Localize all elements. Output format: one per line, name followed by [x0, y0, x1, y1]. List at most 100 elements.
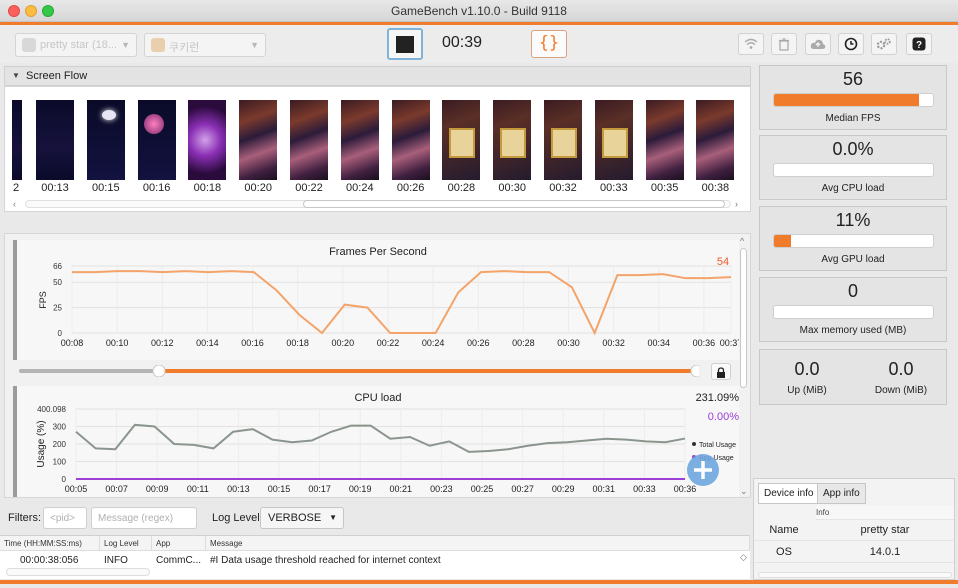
cpu-x-tick-label: 00:27 [511, 484, 534, 494]
fps-x-tick-label: 00:30 [557, 338, 580, 348]
fps-x-tick-label: 00:08 [61, 338, 84, 348]
trash-button[interactable] [771, 33, 797, 55]
max-memory-bar [773, 305, 934, 319]
screen-flow-header[interactable]: ▼ Screen Flow [4, 66, 751, 86]
tab-app-info[interactable]: App info [817, 483, 866, 504]
device-info-scrollbar[interactable] [758, 572, 952, 578]
cpu-y-tick-label: 100 [53, 458, 67, 467]
device-info-key: OS [776, 546, 792, 558]
screen-flow-thumbnail[interactable] [86, 100, 125, 180]
screen-flow-thumbnail[interactable] [12, 100, 22, 180]
max-memory-label: Max memory used (MB) [799, 325, 907, 336]
cpu-x-tick-label: 00:29 [552, 484, 575, 494]
legend-marker [692, 442, 696, 446]
collapse-triangle-icon[interactable]: ▼ [12, 71, 20, 80]
scroll-down-icon[interactable]: ⌄ [740, 486, 748, 497]
log-column-header[interactable]: Log Level [100, 536, 152, 551]
screen-flow-thumbnail[interactable] [442, 100, 481, 180]
screen-flow-thumbnail[interactable] [594, 100, 633, 180]
help-button[interactable]: ? [906, 33, 932, 55]
screen-flow-thumbnail[interactable] [544, 100, 582, 180]
screen-flow-thumbnail[interactable] [290, 100, 328, 180]
settings-button[interactable] [871, 33, 897, 55]
screen-flow-time-label: 00:18 [193, 182, 222, 194]
screen-flow-thumbnail[interactable] [696, 100, 735, 180]
fps-y-tick-label: 50 [53, 278, 62, 287]
log-filters: Filters: <pid> Message (regex) Log Level… [0, 505, 750, 533]
pid-filter-input[interactable]: <pid> [43, 507, 87, 529]
cpu-x-tick-label: 00:07 [105, 484, 128, 494]
screen-flow-time-label: 00:32 [549, 182, 577, 194]
screen-flow-thumbnail[interactable] [239, 100, 278, 180]
chevron-down-icon: ▼ [250, 40, 259, 50]
avg-gpu-label: Avg GPU load [821, 254, 885, 265]
cpu-x-tick-label: 00:17 [308, 484, 331, 494]
app-select[interactable]: 쿠키런 ▼ [144, 33, 266, 57]
cpu-x-tick-label: 00:19 [349, 484, 372, 494]
scroll-left-icon[interactable]: ‹ [13, 199, 16, 209]
clock-icon [844, 37, 858, 51]
screen-flow-time-label: 00:24 [346, 182, 374, 194]
fps-current-value: 54 [717, 256, 729, 268]
network-card: 0.0 0.0 Up (MiB) Down (MiB) [759, 349, 947, 405]
app-icon [151, 38, 165, 52]
fps-x-tick-label: 00:10 [106, 338, 129, 348]
screen-flow-thumbnail[interactable] [493, 100, 532, 180]
screen-flow-thumbnail[interactable] [645, 100, 684, 180]
sort-icon[interactable]: ◇ [740, 552, 747, 563]
tab-device-info[interactable]: Device info [758, 483, 820, 504]
device-select[interactable]: pretty star (18... ▼ [15, 33, 137, 57]
cpu-x-tick-label: 00:31 [593, 484, 616, 494]
message-filter-input[interactable]: Message (regex) [91, 507, 197, 529]
log-column-header[interactable]: Time (HH:MM:SS:ms) [0, 536, 100, 551]
log-cell-level: INFO [104, 555, 128, 566]
time-range-slider-graphic [19, 364, 704, 378]
app-select-value: 쿠키런 [169, 42, 200, 54]
fps-y-tick-label: 0 [58, 329, 63, 338]
lock-button[interactable] [711, 363, 731, 380]
network-down-value: 0.0 [888, 359, 914, 379]
log-horizontal-scrollbar[interactable] [6, 568, 150, 576]
cpu-y-tick-label: 300 [53, 423, 67, 432]
cpu-x-tick-label: 00:11 [187, 484, 209, 494]
fps-x-tick-label: 00:22 [377, 338, 400, 348]
scroll-thumb[interactable] [740, 248, 747, 388]
max-memory-value: 0 [847, 281, 858, 301]
json-export-button[interactable]: {} [531, 30, 567, 58]
device-info-header: Info [816, 506, 954, 520]
charts-vertical-scrollbar[interactable]: ^ ⌄ [738, 236, 750, 497]
screen-flow-time-label: 00:20 [244, 182, 272, 194]
fps-y-tick-label: 66 [53, 262, 62, 271]
wifi-icon [744, 38, 758, 49]
log-column-header[interactable]: App [152, 536, 206, 551]
screen-flow-thumbnail[interactable] [340, 100, 379, 180]
scroll-up-icon[interactable]: ^ [740, 236, 744, 246]
cpu-y-tick-label: 200 [53, 440, 67, 449]
stop-recording-button[interactable] [387, 28, 423, 60]
cpu-y-tick-label: 0 [62, 475, 67, 484]
screen-flow-time-label: 00:38 [701, 182, 730, 194]
time-range-slider[interactable] [19, 364, 704, 378]
cpu-x-tick-label: 00:15 [268, 484, 291, 494]
log-level-select[interactable]: VERBOSE ▼ [260, 507, 344, 529]
median-fps-card: 56 Median FPS [759, 65, 947, 130]
screen-flow-thumbnail[interactable] [137, 100, 176, 180]
screen-flow-thumbnail[interactable] [391, 100, 430, 180]
scroll-thumb[interactable] [303, 200, 725, 208]
cpu-x-tick-label: 00:25 [471, 484, 494, 494]
screen-flow-thumbnail[interactable] [188, 100, 227, 180]
fps-x-tick-label: 00:28 [512, 338, 535, 348]
wifi-button[interactable] [738, 33, 764, 55]
network-up-value: 0.0 [794, 359, 820, 379]
screen-flow-scrollbar[interactable]: ‹ › [13, 199, 741, 209]
charts-panel: Frames Per Second 66 50 25 0 00:08 00:10 00:12… [4, 233, 751, 498]
screen-flow-thumbnail[interactable] [36, 100, 74, 180]
cloud-upload-button[interactable] [805, 33, 831, 55]
scroll-right-icon[interactable]: › [735, 199, 738, 209]
cpu-x-tick-label: 00:33 [633, 484, 656, 494]
add-chart-button[interactable] [687, 454, 719, 486]
clock-button[interactable] [838, 33, 864, 55]
network-up-label: Up (MiB) [787, 385, 827, 396]
svg-text:?: ? [916, 40, 922, 51]
log-column-header[interactable]: Message [206, 536, 750, 551]
